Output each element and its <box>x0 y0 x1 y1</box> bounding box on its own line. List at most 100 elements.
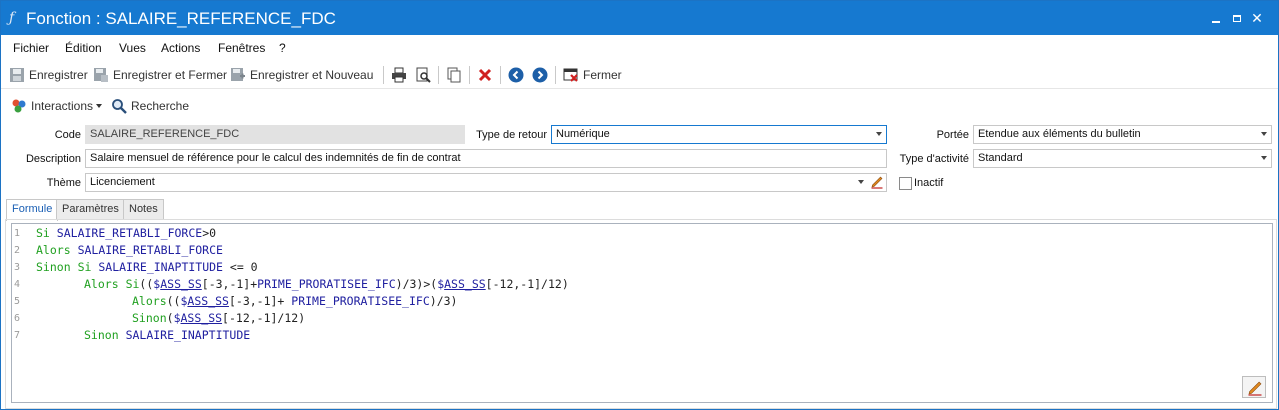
edit-formula-button[interactable] <box>1242 376 1266 398</box>
code-field: SALAIRE_REFERENCE_FDC <box>85 125 465 144</box>
print-icon <box>391 67 407 83</box>
identifier: SALAIRE_RETABLI_FORCE <box>77 243 223 257</box>
function-icon: ƒ <box>9 10 15 26</box>
operator: <= 0 <box>222 260 258 274</box>
menu-edition[interactable]: Édition <box>65 41 102 55</box>
maximize-icon[interactable] <box>1229 10 1245 26</box>
keyword: Alors <box>84 277 119 291</box>
chevron-down-icon[interactable] <box>858 180 864 184</box>
close-icon[interactable]: ✕ <box>1249 10 1265 26</box>
activity-type-label: Type d'activité <box>899 153 969 165</box>
formula-editor[interactable]: 1 Si SALAIRE_RETABLI_FORCE>0 2 Alors SAL… <box>11 223 1273 403</box>
identifier: PRIME_PRORATISEE_IFC <box>257 277 396 291</box>
keyword: Alors <box>36 243 71 257</box>
identifier: ASS_SS <box>187 294 229 308</box>
print-button[interactable] <box>391 66 411 84</box>
inactive-checkbox[interactable] <box>899 177 912 190</box>
chevron-down-icon <box>96 104 103 108</box>
description-label: Description <box>25 153 81 165</box>
keyword: Alors <box>132 294 167 308</box>
identifier: SALAIRE_INAPTITUDE <box>98 260 223 274</box>
delete-icon <box>477 67 493 83</box>
pencil-icon <box>1247 380 1263 399</box>
print-preview-button[interactable] <box>415 66 435 84</box>
title-bar: ƒ Fonction : SALAIRE_REFERENCE_FDC ✕ <box>1 1 1278 35</box>
search-button[interactable]: Recherche <box>111 97 189 115</box>
menu-help[interactable]: ? <box>279 41 286 55</box>
next-button[interactable] <box>532 66 552 84</box>
menu-fichier[interactable]: Fichier <box>13 41 49 55</box>
line-number: 6 <box>14 313 21 324</box>
line-number: 3 <box>14 262 21 273</box>
identifier: SALAIRE_INAPTITUDE <box>125 328 251 342</box>
menu-fenetres[interactable]: Fenêtres <box>218 41 265 55</box>
delete-button[interactable] <box>477 66 497 84</box>
toolbar-separator <box>383 66 384 84</box>
minimize-icon[interactable] <box>1208 10 1224 26</box>
next-icon <box>532 67 548 83</box>
previous-icon <box>508 67 524 83</box>
secondary-toolbar: Interactions Recherche <box>1 93 1278 119</box>
interactions-label: Interactions <box>31 99 94 113</box>
identifier: ASS_SS <box>444 277 486 291</box>
save-new-icon <box>230 67 246 83</box>
code-line: Sinon($ASS_SS[-12,-1]/12) <box>132 311 306 325</box>
identifier: ASS_SS <box>180 311 223 325</box>
save-close-icon <box>93 67 109 83</box>
code-line: Alors(($ASS_SS[-3,-1]+ PRIME_PRORATISEE_… <box>132 294 458 308</box>
interactions-button[interactable]: Interactions <box>11 97 103 115</box>
menu-vues[interactable]: Vues <box>119 41 146 55</box>
operator: >0 <box>202 226 217 240</box>
save-new-button[interactable]: Enregistrer et Nouveau <box>230 66 373 84</box>
toolbar-separator <box>555 66 556 84</box>
toolbar-separator <box>438 66 439 84</box>
menu-bar: Fichier Édition Vues Actions Fenêtres ? <box>1 37 1278 59</box>
copy-icon <box>446 67 462 83</box>
toolbar-separator <box>469 66 470 84</box>
tab-formule[interactable]: Formule <box>6 199 59 221</box>
code-line: Alors SALAIRE_RETABLI_FORCE <box>36 243 223 260</box>
scope-label: Portée <box>936 129 969 141</box>
keyword: Si <box>125 277 140 291</box>
theme-value: Licenciement <box>90 176 155 188</box>
previous-button[interactable] <box>508 66 528 84</box>
theme-select[interactable]: Licenciement <box>85 173 887 192</box>
toolbar-separator <box>500 66 501 84</box>
chevron-down-icon <box>876 132 882 136</box>
identifier: PRIME_PRORATISEE_IFC <box>291 294 430 308</box>
line-number: 5 <box>14 296 21 307</box>
save-button[interactable]: Enregistrer <box>9 66 88 84</box>
code-line: Sinon Si SALAIRE_INAPTITUDE <= 0 <box>36 260 258 277</box>
search-icon <box>111 98 127 114</box>
close-button[interactable]: Fermer <box>563 66 622 84</box>
menu-actions[interactable]: Actions <box>161 41 200 55</box>
line-number: 1 <box>14 228 21 239</box>
line-number: 4 <box>14 279 21 290</box>
scope-select[interactable]: Etendue aux éléments du bulletin <box>973 125 1272 144</box>
identifier: ASS_SS <box>160 277 202 291</box>
tab-parametres[interactable]: Paramètres <box>56 199 125 220</box>
code-line: Alors Si(($ASS_SS[-3,-1]+PRIME_PRORATISE… <box>84 277 569 291</box>
main-toolbar: Enregistrer Enregistrer et Fermer Enregi… <box>1 61 1278 89</box>
search-label: Recherche <box>131 99 190 113</box>
function-window: ƒ Fonction : SALAIRE_REFERENCE_FDC ✕ Fic… <box>0 0 1279 410</box>
save-label: Enregistrer <box>29 68 88 82</box>
chevron-down-icon <box>1261 156 1267 160</box>
activity-type-select[interactable]: Standard <box>973 149 1272 168</box>
close-window-icon <box>563 67 579 83</box>
keyword: Si <box>77 260 92 274</box>
code-line: Si SALAIRE_RETABLI_FORCE>0 <box>36 226 216 243</box>
tab-notes[interactable]: Notes <box>123 199 164 220</box>
return-type-value: Numérique <box>556 128 610 140</box>
interactions-icon <box>11 98 27 114</box>
description-field[interactable]: Salaire mensuel de référence pour le cal… <box>85 149 887 168</box>
scope-value: Etendue aux éléments du bulletin <box>978 128 1141 140</box>
save-close-button[interactable]: Enregistrer et Fermer <box>93 66 227 84</box>
return-type-select[interactable]: Numérique <box>551 125 887 144</box>
print-preview-icon <box>415 67 431 83</box>
chevron-down-icon <box>1261 132 1267 136</box>
edit-pencil-icon[interactable] <box>870 175 884 189</box>
copy-button[interactable] <box>446 66 466 84</box>
line-number: 7 <box>14 330 21 341</box>
save-icon <box>9 67 25 83</box>
